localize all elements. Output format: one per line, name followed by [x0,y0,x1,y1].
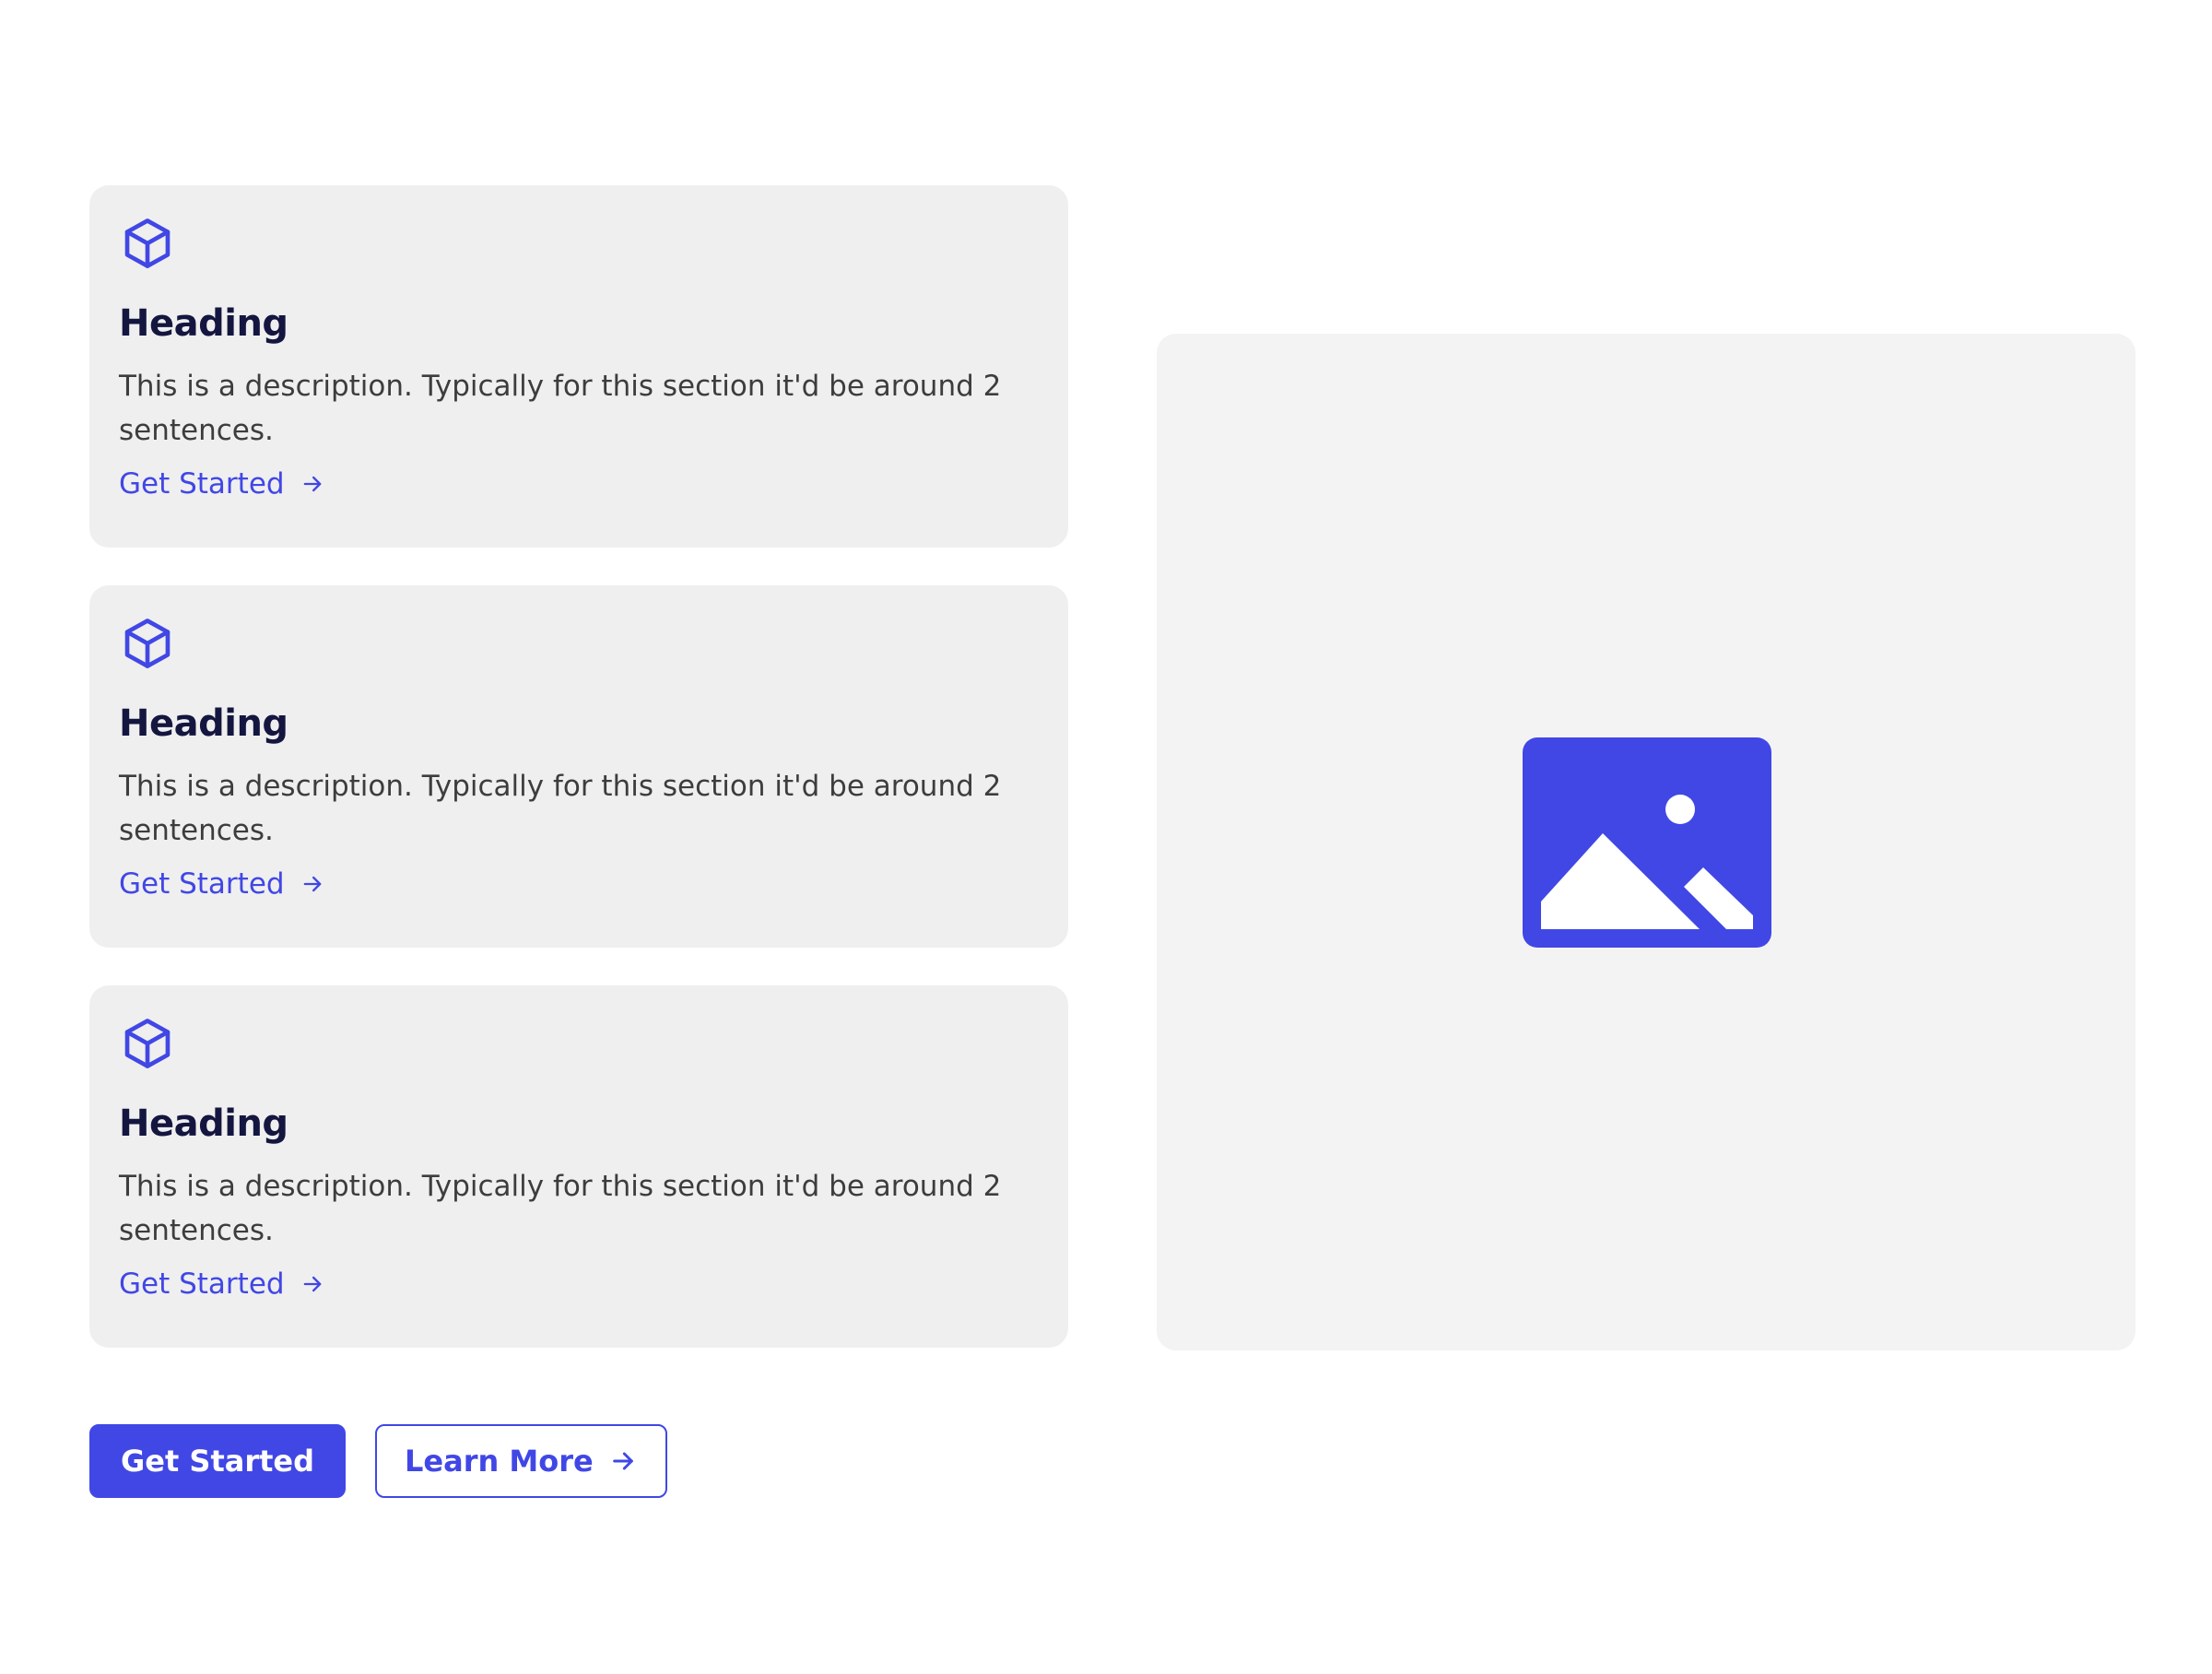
get-started-link[interactable]: Get Started [119,466,325,502]
learn-more-button[interactable]: Learn More [375,1424,667,1498]
get-started-button-label: Get Started [121,1444,315,1479]
arrow-right-icon [300,1271,325,1297]
feature-card-list: Heading This is a description. Typically… [89,185,1068,1385]
get-started-link-label: Get Started [119,1267,285,1301]
feature-card: Heading This is a description. Typically… [89,185,1068,548]
learn-more-button-label: Learn More [405,1444,594,1479]
image-placeholder-icon [1523,737,1771,948]
get-started-link-label: Get Started [119,867,285,901]
card-heading: Heading [119,702,288,745]
cta-button-group: Get Started Learn More [89,1424,667,1498]
image-placeholder-panel [1157,334,2136,1350]
cube-icon [119,615,176,672]
arrow-right-icon [300,471,325,497]
card-heading: Heading [119,1102,288,1145]
cube-icon [119,215,176,272]
card-description: This is a description. Typically for thi… [119,770,1002,847]
arrow-right-icon [608,1446,638,1476]
card-description: This is a description. Typically for thi… [119,1170,1002,1247]
get-started-link[interactable]: Get Started [119,1266,325,1303]
feature-card: Heading This is a description. Typically… [89,585,1068,948]
get-started-link[interactable]: Get Started [119,866,325,902]
cube-icon [119,1015,176,1072]
get-started-link-label: Get Started [119,467,285,501]
feature-card: Heading This is a description. Typically… [89,985,1068,1348]
card-description: This is a description. Typically for thi… [119,370,1002,447]
get-started-button[interactable]: Get Started [89,1424,347,1498]
arrow-right-icon [300,871,325,897]
card-heading: Heading [119,302,288,345]
